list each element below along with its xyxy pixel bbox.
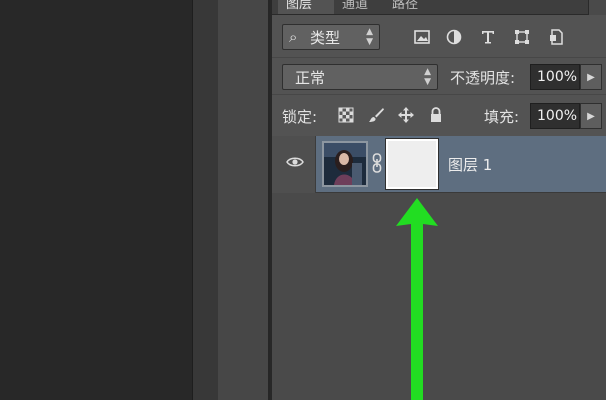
lock-all-icon[interactable] [426, 105, 446, 125]
tab-channels[interactable]: 通道 [334, 0, 384, 14]
layers-list: 图层 1 [272, 136, 606, 400]
chain-link-icon[interactable] [372, 153, 382, 177]
lock-fill-bar: 锁定: 填充: 100% ▶ [272, 94, 606, 134]
image-filter-icon[interactable] [412, 27, 432, 47]
layer-mask-thumbnail[interactable] [385, 138, 439, 190]
smart-object-filter-icon[interactable] [546, 27, 566, 47]
lock-transparency-icon[interactable] [336, 105, 356, 125]
layer-thumbnail[interactable] [322, 141, 368, 187]
filter-kind-dropdown[interactable]: ⌕ 类型 ▲ ▼ [282, 24, 380, 50]
tab-paths[interactable]: 路径 [384, 0, 432, 14]
filter-kind-label: 类型 [310, 29, 341, 47]
fill-label: 填充: [484, 108, 520, 126]
panel-menu-button[interactable] [588, 0, 606, 15]
visibility-toggle[interactable] [272, 136, 316, 193]
lock-label: 锁定: [282, 108, 318, 126]
layer-row[interactable]: 图层 1 [272, 136, 606, 193]
blend-mode-dropdown[interactable]: 正常 ▲ ▼ [282, 64, 438, 90]
canvas-scroll-gutter [192, 0, 218, 400]
lock-position-icon[interactable] [396, 105, 416, 125]
layer-thumbnail-image [324, 143, 366, 185]
layer-name[interactable]: 图层 1 [448, 154, 492, 175]
layers-panel: 图层 通道 路径 ⌕ 类型 ▲ ▼ 正常 ▲ ▼ 不透明度: 100% ▶ 锁定… [272, 0, 606, 400]
type-filter-icon[interactable] [478, 27, 498, 47]
opacity-label: 不透明度: [450, 69, 516, 87]
document-canvas[interactable] [0, 0, 192, 400]
panel-tab-bar: 图层 通道 路径 [272, 0, 606, 15]
tab-layers[interactable]: 图层 [278, 0, 334, 14]
blend-opacity-bar: 正常 ▲ ▼ 不透明度: 100% ▶ [272, 57, 606, 93]
chevron-right-icon: ▶ [587, 110, 595, 122]
shape-filter-icon[interactable] [512, 27, 532, 47]
adjustment-filter-icon[interactable] [444, 27, 464, 47]
lock-paint-icon[interactable] [366, 105, 386, 125]
opacity-field[interactable]: 100% [530, 64, 580, 90]
opacity-slider-button[interactable]: ▶ [580, 64, 602, 90]
green-arrow-annotation [396, 198, 438, 400]
eye-icon [286, 157, 304, 167]
updown-arrows-icon: ▲ ▼ [424, 67, 431, 87]
updown-arrows-icon: ▲ ▼ [366, 27, 373, 47]
collapsed-panel-strip [218, 0, 270, 400]
search-icon: ⌕ [289, 28, 298, 46]
fill-slider-button[interactable]: ▶ [580, 103, 602, 129]
blend-mode-value: 正常 [295, 69, 326, 87]
chevron-right-icon: ▶ [587, 71, 595, 83]
fill-field[interactable]: 100% [530, 103, 580, 129]
layer-filter-bar: ⌕ 类型 ▲ ▼ [272, 15, 606, 55]
